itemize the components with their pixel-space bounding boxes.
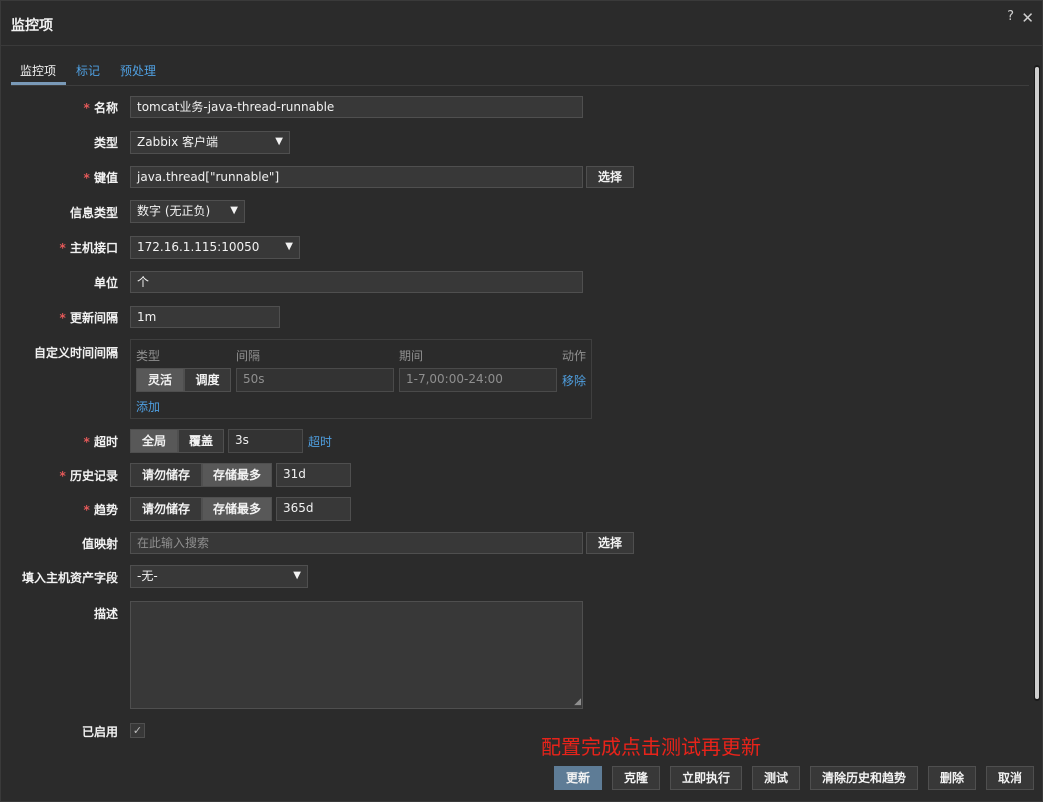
type-label: 类型 — [93, 136, 118, 150]
period-input[interactable]: 1-7,00:00-24:00 — [399, 368, 557, 392]
chevron-down-icon: ▼ — [275, 136, 283, 147]
clone-button[interactable]: 克隆 — [612, 766, 660, 790]
chevron-down-icon: ▼ — [230, 205, 238, 216]
key-select-button[interactable]: 选择 — [586, 166, 634, 188]
checkmark-icon: ✓ — [132, 724, 143, 737]
delete-button[interactable]: 删除 — [928, 766, 976, 790]
type-select-value: Zabbix 客户端 — [137, 135, 219, 149]
execute-now-button[interactable]: 立即执行 — [670, 766, 742, 790]
inventory-select-value: -无- — [137, 569, 158, 583]
chevron-down-icon: ▼ — [285, 241, 293, 252]
key-input[interactable]: java.thread["runnable"] — [130, 166, 583, 188]
history-label: 历史记录 — [60, 467, 118, 484]
timeout-label: 超时 — [84, 433, 118, 450]
update-interval-label: 更新间隔 — [60, 309, 118, 326]
tab-tags[interactable]: 标记 — [76, 62, 100, 79]
interval-input[interactable]: 50s — [236, 368, 394, 392]
remove-interval-link[interactable]: 移除 — [562, 372, 586, 389]
host-interface-select-value: 172.16.1.115:10050 — [137, 240, 260, 254]
clear-history-trends-button[interactable]: 清除历史和趋势 — [810, 766, 918, 790]
trends-input[interactable]: 365d — [276, 497, 351, 521]
info-type-select-value: 数字 (无正负) — [137, 204, 211, 218]
update-button[interactable]: 更新 — [554, 766, 602, 790]
intervals-header-interval: 间隔 — [236, 349, 261, 363]
value-map-select-button[interactable]: 选择 — [586, 532, 634, 554]
custom-intervals-label: 自定义时间间隔 — [33, 346, 118, 360]
dialog-title: 监控项 — [11, 18, 53, 34]
history-do-not-store-toggle[interactable]: 请勿储存 — [130, 463, 202, 487]
scrollbar-thumb[interactable] — [1035, 67, 1039, 699]
type-select[interactable]: Zabbix 客户端 ▼ — [130, 131, 290, 154]
intervals-header-action: 动作 — [562, 349, 587, 363]
close-icon[interactable]: ✕ — [1021, 9, 1034, 27]
header-divider — [1, 45, 1043, 46]
enabled-label: 已启用 — [81, 725, 118, 739]
item-dialog: 监控项 ? ✕ 监控项 标记 预处理 名称 tomcat业务-java-thre… — [0, 0, 1043, 802]
description-label: 描述 — [93, 607, 118, 621]
scheduling-toggle[interactable]: 调度 — [184, 368, 231, 392]
intervals-header-period: 期间 — [399, 349, 424, 363]
annotation-text: 配置完成点击测试再更新 — [541, 735, 761, 759]
timeout-link[interactable]: 超时 — [308, 433, 332, 450]
key-label: 键值 — [84, 169, 118, 186]
host-interface-select[interactable]: 172.16.1.115:10050 ▼ — [130, 236, 300, 259]
trends-store-up-to-toggle[interactable]: 存储最多 — [202, 497, 272, 521]
units-input[interactable]: 个 — [130, 271, 583, 293]
chevron-down-icon: ▼ — [293, 570, 301, 581]
info-type-select[interactable]: 数字 (无正负) ▼ — [130, 200, 245, 223]
name-label: 名称 — [84, 99, 118, 116]
host-interface-label: 主机接口 — [60, 239, 118, 256]
cancel-button[interactable]: 取消 — [986, 766, 1034, 790]
inventory-select[interactable]: -无- ▼ — [130, 565, 308, 588]
intervals-header-type: 类型 — [136, 349, 161, 363]
value-map-search-input[interactable]: 在此输入搜索 — [130, 532, 583, 554]
units-label: 单位 — [93, 276, 118, 290]
timeout-override-toggle[interactable]: 覆盖 — [178, 429, 224, 453]
add-interval-link[interactable]: 添加 — [136, 398, 160, 415]
timeout-input[interactable]: 3s — [228, 429, 303, 453]
tabs-divider — [11, 85, 1029, 86]
history-input[interactable]: 31d — [276, 463, 351, 487]
tab-item[interactable]: 监控项 — [20, 62, 56, 79]
value-map-label: 值映射 — [81, 537, 118, 551]
timeout-global-toggle[interactable]: 全局 — [130, 429, 178, 453]
description-textarea[interactable]: ◢ — [130, 601, 583, 709]
update-interval-input[interactable]: 1m — [130, 306, 280, 328]
history-store-up-to-toggle[interactable]: 存储最多 — [202, 463, 272, 487]
trends-do-not-store-toggle[interactable]: 请勿储存 — [130, 497, 202, 521]
trends-label: 趋势 — [84, 501, 118, 518]
inventory-label: 填入主机资产字段 — [21, 571, 118, 585]
name-input[interactable]: tomcat业务-java-thread-runnable — [130, 96, 583, 118]
info-type-label: 信息类型 — [69, 206, 118, 220]
flexible-toggle[interactable]: 灵活 — [136, 368, 184, 392]
enabled-checkbox[interactable]: ✓ — [130, 723, 145, 738]
tab-preprocessing[interactable]: 预处理 — [120, 62, 156, 79]
resize-grip-icon[interactable]: ◢ — [574, 697, 581, 707]
test-button[interactable]: 测试 — [752, 766, 800, 790]
help-icon[interactable]: ? — [1007, 9, 1014, 24]
